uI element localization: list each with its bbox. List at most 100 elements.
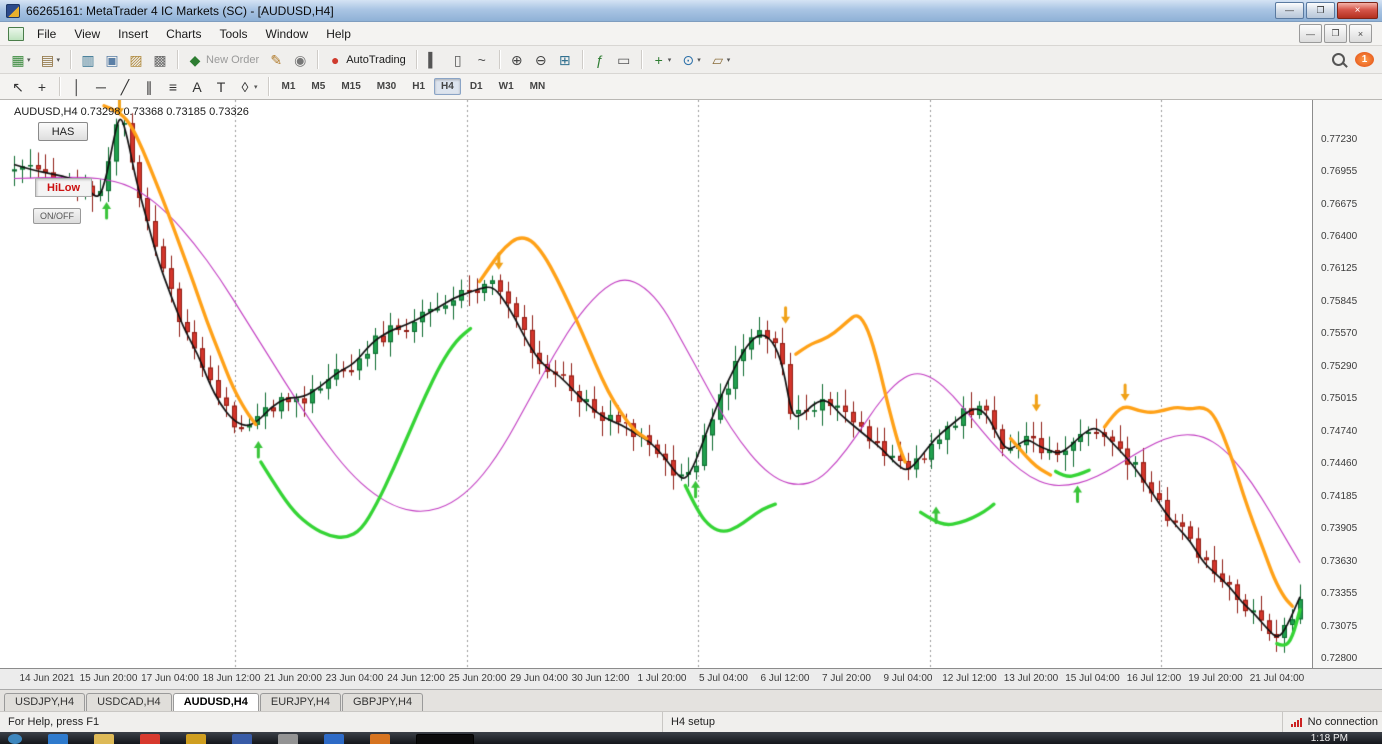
active-window-button[interactable] [416,734,474,744]
mdi-window-controls: — ❐ × [1297,24,1372,43]
chart-tab-usdjpy[interactable]: USDJPY,H4 [4,693,85,711]
cursor-icon[interactable]: ↖ [7,77,29,97]
timeframe-m5[interactable]: M5 [304,78,332,95]
data-window-icon[interactable]: ▣ [101,50,123,70]
timeframe-w1[interactable]: W1 [492,78,521,95]
gold-app-icon[interactable] [186,734,206,744]
ie-icon[interactable] [48,734,68,744]
minimize-button[interactable]: — [1275,2,1304,19]
menu-view[interactable]: View [65,24,109,44]
new-order-icon[interactable]: ◆New Order [184,50,263,70]
time-axis-label: 1 Jul 20:00 [638,673,687,684]
toolbar-separator [317,50,318,69]
metatrader-window: 66265161: MetaTrader 4 IC Markets (SC) -… [0,0,1382,744]
line-chart-icon[interactable]: ~ [471,50,493,70]
horizontal-line-icon[interactable]: ─ [90,77,112,97]
menu-file[interactable]: File [28,24,65,44]
time-axis-label: 9 Jul 04:00 [884,673,933,684]
menu-charts[interactable]: Charts [157,24,210,44]
market-watch-icon[interactable]: ▥ [77,50,99,70]
indicators-glyph: ƒ [593,53,607,67]
price-axis-label: 0.76400 [1321,231,1357,242]
windows-taskbar: 1:18 PM [0,732,1382,744]
crosshair-icon[interactable]: + [31,77,53,97]
price-axis-label: 0.74740 [1321,426,1357,437]
navigator-icon[interactable]: ▨ [125,50,147,70]
channel-icon[interactable]: ∥ [138,77,160,97]
search-icon[interactable] [1332,53,1345,66]
data-window-glyph: ▣ [105,53,119,67]
trendline-icon[interactable]: ╱ [114,77,136,97]
close-button[interactable]: × [1337,2,1378,19]
toolbar-separator [70,50,71,69]
start-orb[interactable] [8,734,22,744]
shapes-glyph: ◊ [238,80,252,94]
hilow-indicator-button[interactable]: HiLow [35,178,92,197]
zoom-out-icon[interactable]: ⊖ [530,50,552,70]
time-axis[interactable]: 14 Jun 202115 Jun 20:0017 Jun 04:0018 Ju… [0,668,1312,689]
timeframe-d1[interactable]: D1 [463,78,490,95]
bar-chart-icon[interactable]: ▍ [423,50,445,70]
candlestick-icon[interactable]: ▯ [447,50,469,70]
orange-app-icon[interactable] [370,734,390,744]
new-chart-icon[interactable]: ▦▾ [7,50,35,70]
price-axis-label: 0.75290 [1321,361,1357,372]
periods-icon[interactable]: ▭ [613,50,635,70]
time-axis-label: 7 Jul 20:00 [822,673,871,684]
text-icon[interactable]: A [186,77,208,97]
alerts-icon[interactable]: ◉ [289,50,311,70]
mdi-close-button[interactable]: × [1349,24,1372,43]
menu-insert[interactable]: Insert [109,24,157,44]
profiles-icon[interactable]: ▤▾ [37,50,65,70]
fibonacci-icon[interactable]: ≡ [162,77,184,97]
timeframe-m15[interactable]: M15 [334,78,367,95]
chart-tabs-bar: USDJPY,H4USDCAD,H4AUDUSD,H4EURJPY,H4GBPJ… [0,689,1382,711]
chart-tab-usdcad[interactable]: USDCAD,H4 [86,693,172,711]
connection-status[interactable]: No connection [1282,712,1378,732]
gray-app-icon[interactable] [278,734,298,744]
chart-tab-gbpjpy[interactable]: GBPJPY,H4 [342,693,423,711]
vertical-line-icon[interactable]: │ [66,77,88,97]
has-indicator-button[interactable]: HAS [38,122,88,141]
price-axis-label: 0.73355 [1321,588,1357,599]
template-icon[interactable]: ▱▾ [707,50,735,70]
onoff-indicator-button[interactable]: ON/OFF [33,208,81,224]
label-icon[interactable]: T [210,77,232,97]
shapes-icon[interactable]: ◊▾ [234,77,262,97]
metaeditor-icon[interactable]: ✎ [265,50,287,70]
zoom-in-icon[interactable]: ⊕ [506,50,528,70]
toolbar-separator [499,50,500,69]
fibonacci-glyph: ≡ [166,80,180,94]
mdi-restore-button[interactable]: ❐ [1324,24,1347,43]
indicators-icon[interactable]: ƒ [589,50,611,70]
taskbar-clock[interactable]: 1:18 PM [1311,733,1348,744]
time-axis-label: 25 Jun 20:00 [449,673,507,684]
mdi-minimize-button[interactable]: — [1299,24,1322,43]
autotrading-icon[interactable]: ●AutoTrading [324,50,410,70]
menu-tools[interactable]: Tools [211,24,257,44]
period-clock-icon[interactable]: ⊙▾ [677,50,705,70]
blue-app-icon[interactable] [324,734,344,744]
price-chart-canvas[interactable] [8,100,1312,668]
timeframe-m30[interactable]: M30 [370,78,403,95]
terminal-icon[interactable]: ▩ [149,50,171,70]
word-icon[interactable] [232,734,252,744]
chart-tab-audusd[interactable]: AUDUSD,H4 [173,693,259,711]
dropdown-arrow-icon: ▾ [697,56,701,64]
explorer-icon[interactable] [94,734,114,744]
add-indicator-icon[interactable]: +▾ [648,50,676,70]
notification-badge[interactable]: 1 [1355,52,1374,67]
menu-window[interactable]: Window [257,24,318,44]
time-axis-label: 29 Jun 04:00 [510,673,568,684]
restore-button[interactable]: ❐ [1306,2,1335,19]
chart-tab-eurjpy[interactable]: EURJPY,H4 [260,693,341,711]
tile-windows-icon[interactable]: ⊞ [554,50,576,70]
timeframe-m1[interactable]: M1 [275,78,303,95]
price-axis-label: 0.76675 [1321,199,1357,210]
menu-help[interactable]: Help [317,24,360,44]
price-scale[interactable]: 0.772300.769550.766750.764000.761250.758… [1312,100,1382,668]
timeframe-h4[interactable]: H4 [434,78,461,95]
opera-icon[interactable] [140,734,160,744]
timeframe-mn[interactable]: MN [523,78,553,95]
timeframe-h1[interactable]: H1 [405,78,432,95]
